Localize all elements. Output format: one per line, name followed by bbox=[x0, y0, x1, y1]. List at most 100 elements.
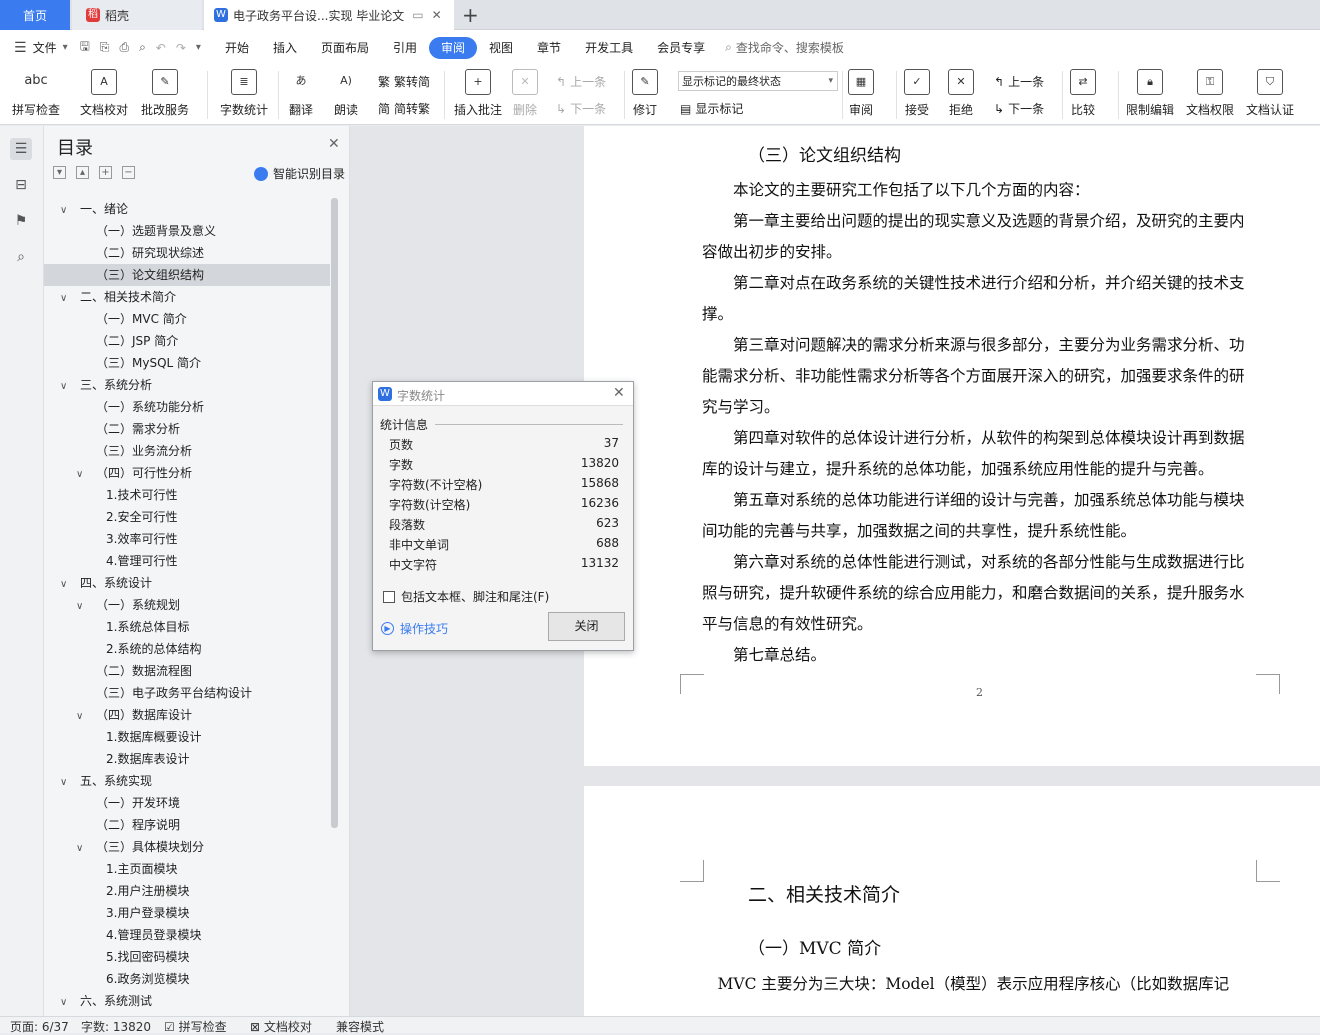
word-count-button[interactable]: ≣ 字数统计 bbox=[220, 69, 268, 118]
chevron-down-icon[interactable]: ∨ bbox=[60, 772, 72, 794]
toc-item[interactable]: （二）数据流程图 bbox=[44, 660, 330, 682]
print-icon[interactable]: ⎙ bbox=[119, 40, 129, 55]
next-change-button[interactable]: ↳ 下一条 bbox=[994, 100, 1044, 117]
toc-item[interactable]: 6.政务浏览模块 bbox=[44, 968, 330, 990]
toc-item[interactable]: ∨ 六、系统测试 bbox=[44, 990, 330, 1008]
batch-button[interactable]: ✎ 批改服务 bbox=[141, 69, 189, 118]
toc-item[interactable]: 2.安全可行性 bbox=[44, 506, 330, 528]
proof-status[interactable]: ⊠ 文档校对 bbox=[250, 1018, 312, 1035]
chevron-down-icon[interactable]: ∨ bbox=[60, 288, 72, 310]
more-icon[interactable]: ▾ bbox=[196, 42, 201, 53]
toc-item[interactable]: ∨ 一、绪论 bbox=[44, 198, 330, 220]
prev-comment-button[interactable]: ↰ 上一条 bbox=[556, 73, 606, 90]
restrict-edit-button[interactable]: 🔒︎ 限制编辑 bbox=[1126, 69, 1174, 118]
toc-item[interactable]: （三）电子政务平台结构设计 bbox=[44, 682, 330, 704]
menu-2[interactable]: 页面布局 bbox=[309, 37, 381, 59]
insert-comment-button[interactable]: + 插入批注 bbox=[454, 69, 502, 118]
undo-icon[interactable]: ↶ bbox=[156, 41, 166, 55]
tab-home[interactable]: 首页 bbox=[0, 0, 70, 30]
chevron-down-icon[interactable]: ∨ bbox=[60, 376, 72, 398]
delete-comment-button[interactable]: ✕ 删除 bbox=[512, 69, 538, 118]
simp-to-trad-button[interactable]: 简简转繁 bbox=[378, 100, 430, 117]
add-level-icon[interactable]: + bbox=[99, 166, 112, 179]
toc-item[interactable]: （二）程序说明 bbox=[44, 814, 330, 836]
hamburger-icon[interactable]: ☰ bbox=[14, 40, 27, 56]
toc-item[interactable]: ∨ 四、系统设计 bbox=[44, 572, 330, 594]
command-search[interactable]: 查找命令、搜索模板 bbox=[736, 39, 844, 56]
smart-toc-button[interactable]: 智能识别目录 bbox=[254, 165, 345, 182]
toc-item[interactable]: （三）论文组织结构 bbox=[44, 264, 330, 286]
toc-item[interactable]: （一）开发环境 bbox=[44, 792, 330, 814]
toc-item[interactable]: 5.找回密码模块 bbox=[44, 946, 330, 968]
tab-daoke[interactable]: 稻稻壳 bbox=[72, 0, 202, 30]
close-icon[interactable]: ✕ bbox=[328, 136, 340, 152]
chevron-down-icon[interactable]: ∨ bbox=[60, 574, 72, 596]
menu-7[interactable]: 开发工具 bbox=[573, 37, 645, 59]
tips-link[interactable]: ▶ 操作技巧 bbox=[381, 620, 448, 637]
prev-change-button[interactable]: ↰ 上一条 bbox=[994, 73, 1044, 90]
doc-permission-button[interactable]: ⚿ 文档权限 bbox=[1186, 69, 1234, 118]
search-icon[interactable]: ⌕ bbox=[10, 246, 32, 268]
toc-item[interactable]: 4.管理可行性 bbox=[44, 550, 330, 572]
nav-pane-icon[interactable]: ⊟ bbox=[10, 174, 32, 196]
export-pdf-icon[interactable]: ⎘ bbox=[100, 40, 110, 55]
markup-state-select[interactable]: 显示标记的最终状态 ▾ bbox=[678, 71, 838, 91]
menu-8[interactable]: 会员专享 bbox=[645, 37, 717, 59]
review-pane-button[interactable]: ▦ 审阅 bbox=[848, 69, 874, 118]
toc-item[interactable]: ∨ 二、相关技术简介 bbox=[44, 286, 330, 308]
menu-4[interactable]: 审阅 bbox=[429, 36, 478, 59]
toc-item[interactable]: 1.数据库概要设计 bbox=[44, 726, 330, 748]
collapse-icon[interactable]: ▾ bbox=[53, 166, 66, 179]
proof-button[interactable]: A 文档校对 bbox=[80, 69, 128, 118]
toc-item[interactable]: （一）系统功能分析 bbox=[44, 396, 330, 418]
toc-item[interactable]: 1.系统总体目标 bbox=[44, 616, 330, 638]
bookmark-icon[interactable]: ⚑ bbox=[10, 210, 32, 232]
chevron-down-icon[interactable]: ∨ bbox=[76, 596, 88, 618]
tab-document[interactable]: W 电子政务平台设...实现 毕业论文 ▭ ✕ bbox=[204, 0, 454, 30]
toc-item[interactable]: （二）需求分析 bbox=[44, 418, 330, 440]
toc-item[interactable]: ∨ 三、系统分析 bbox=[44, 374, 330, 396]
next-comment-button[interactable]: ↳ 下一条 bbox=[556, 100, 606, 117]
scrollbar[interactable] bbox=[331, 198, 338, 828]
reject-button[interactable]: ✕ 拒绝 bbox=[948, 69, 974, 118]
toc-item[interactable]: （三）MySQL 简介 bbox=[44, 352, 330, 374]
menu-1[interactable]: 插入 bbox=[261, 37, 309, 59]
toc-item[interactable]: 1.主页面模块 bbox=[44, 858, 330, 880]
spell-check-status[interactable]: ☑ 拼写检查 bbox=[164, 1018, 227, 1035]
word-count-indicator[interactable]: 字数: 13820 bbox=[81, 1018, 151, 1035]
page-indicator[interactable]: 页面: 6/37 bbox=[10, 1018, 69, 1035]
toc-item[interactable]: 3.效率可行性 bbox=[44, 528, 330, 550]
close-icon[interactable]: ✕ bbox=[613, 385, 625, 401]
toc-icon[interactable]: ☰ bbox=[10, 138, 32, 160]
toc-item[interactable]: ∨ （四）数据库设计 bbox=[44, 704, 330, 726]
revise-button[interactable]: ✎ 修订 bbox=[632, 69, 658, 118]
window-icon[interactable]: ▭ bbox=[412, 8, 423, 22]
menu-6[interactable]: 章节 bbox=[525, 37, 573, 59]
toc-item[interactable]: 1.技术可行性 bbox=[44, 484, 330, 506]
toc-item[interactable]: （一）MVC 简介 bbox=[44, 308, 330, 330]
toc-item[interactable]: ∨ （四）可行性分析 bbox=[44, 462, 330, 484]
chevron-down-icon[interactable]: ▾ bbox=[63, 42, 68, 53]
chevron-down-icon[interactable]: ∨ bbox=[76, 706, 88, 728]
toc-item[interactable]: 2.用户注册模块 bbox=[44, 880, 330, 902]
menu-file[interactable]: 文件 bbox=[27, 37, 63, 59]
menu-0[interactable]: 开始 bbox=[213, 37, 261, 59]
new-tab-button[interactable]: + bbox=[462, 3, 479, 27]
toc-item[interactable]: ∨ 五、系统实现 bbox=[44, 770, 330, 792]
accept-button[interactable]: ✓ 接受 bbox=[904, 69, 930, 118]
toc-item[interactable]: （二）JSP 简介 bbox=[44, 330, 330, 352]
chevron-down-icon[interactable]: ∨ bbox=[60, 992, 72, 1008]
include-footnotes-checkbox[interactable]: 包括文本框、脚注和尾注(F) bbox=[383, 588, 549, 605]
toc-item[interactable]: 4.管理员登录模块 bbox=[44, 924, 330, 946]
translate-button[interactable]: あ翻译 bbox=[288, 69, 314, 118]
toc-item[interactable]: （二）研究现状综述 bbox=[44, 242, 330, 264]
close-button[interactable]: 关闭 bbox=[548, 612, 625, 641]
redo-icon[interactable]: ↷ bbox=[176, 41, 186, 55]
toc-item[interactable]: （三）业务流分析 bbox=[44, 440, 330, 462]
toc-item[interactable]: （一）选题背景及意义 bbox=[44, 220, 330, 242]
chevron-down-icon[interactable]: ∨ bbox=[76, 464, 88, 486]
trad-to-simp-button[interactable]: 繁繁转简 bbox=[378, 73, 430, 90]
preview-icon[interactable]: ⌕ bbox=[139, 40, 146, 55]
expand-icon[interactable]: ▴ bbox=[76, 166, 89, 179]
remove-level-icon[interactable]: − bbox=[122, 166, 135, 179]
